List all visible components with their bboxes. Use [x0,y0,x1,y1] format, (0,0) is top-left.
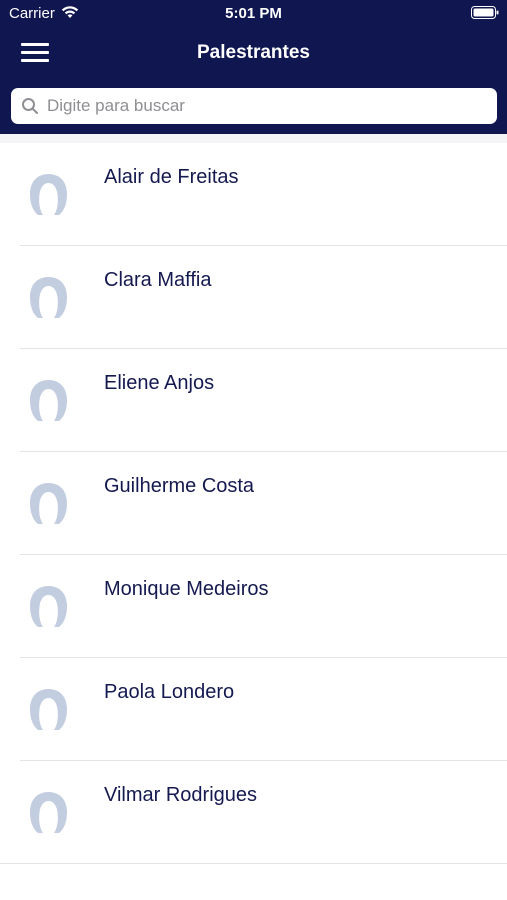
person-placeholder-icon [30,689,67,730]
list-item[interactable]: Clara Maffia [0,246,507,349]
person-placeholder-icon [30,483,67,524]
speaker-name: Vilmar Rodrigues [104,784,258,806]
person-placeholder-icon [30,792,67,833]
list-item[interactable]: Guilherme Costa [0,452,507,555]
search-icon [22,98,38,114]
person-placeholder-icon [30,586,67,627]
person-placeholder-icon [30,380,67,421]
list-item[interactable]: Monique Medeiros [0,555,507,658]
list-item[interactable]: Vilmar Rodrigues [0,761,507,864]
search-bar[interactable] [11,88,497,124]
page-title: Palestrantes [196,42,310,63]
speaker-name: Monique Medeiros [104,578,269,600]
nav-bar: Palestrantes [0,26,507,80]
status-time: 5:01 PM [225,5,282,22]
header: Carrier 5:01 PM Palestrantes [0,0,507,134]
list-item[interactable]: Paola Londero [0,658,507,761]
speaker-name: Alair de Freitas [104,166,239,188]
list-item[interactable]: Alair de Freitas [0,143,507,246]
speaker-name: Paola Londero [104,681,235,703]
person-placeholder-icon [30,277,67,318]
status-bar: Carrier 5:01 PM [0,0,507,26]
speaker-list: Alair de Freitas Clara Maffia Eliene Anj… [0,143,507,864]
speaker-name: Clara Maffia [104,269,212,291]
list-top-separator [0,134,507,143]
speaker-name: Guilherme Costa [104,475,255,497]
person-placeholder-icon [30,174,67,215]
battery-icon [471,6,499,19]
speaker-name: Eliene Anjos [104,372,215,394]
list-item[interactable]: Eliene Anjos [0,349,507,452]
search-input[interactable] [47,88,487,124]
